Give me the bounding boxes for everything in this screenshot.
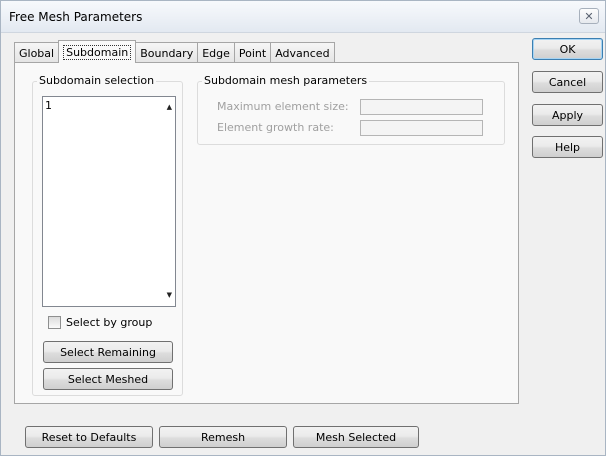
element-growth-rate-label: Element growth rate:: [217, 121, 334, 134]
reset-to-defaults-button[interactable]: Reset to Defaults: [25, 426, 153, 448]
subdomain-selection-title: Subdomain selection: [37, 74, 157, 87]
title-bar: Free Mesh Parameters ✕: [1, 1, 605, 33]
mesh-parameters-title: Subdomain mesh parameters: [202, 74, 370, 87]
ok-button[interactable]: OK: [532, 38, 603, 60]
tab-subdomain[interactable]: Subdomain: [58, 40, 137, 63]
tab-subdomain-label: Subdomain: [63, 44, 132, 60]
max-element-size-field[interactable]: [360, 99, 483, 115]
select-by-group-checkbox[interactable]: [48, 316, 61, 329]
tab-advanced-label: Advanced: [275, 46, 330, 60]
element-growth-rate-field[interactable]: [360, 120, 483, 136]
close-icon: ✕: [584, 9, 594, 23]
select-remaining-button[interactable]: Select Remaining: [43, 341, 173, 363]
close-button[interactable]: ✕: [579, 8, 599, 24]
list-item[interactable]: 1: [45, 99, 52, 112]
select-meshed-button[interactable]: Select Meshed: [43, 368, 173, 390]
tab-point-label: Point: [238, 46, 267, 60]
cancel-button[interactable]: Cancel: [532, 71, 603, 93]
scroll-down-icon[interactable]: ▼: [167, 292, 172, 299]
subdomain-listbox[interactable]: 1 ▲ ▼: [42, 96, 176, 307]
remesh-button[interactable]: Remesh: [159, 426, 287, 448]
tab-global-label: Global: [19, 46, 55, 60]
scroll-up-icon[interactable]: ▲: [167, 104, 172, 111]
tab-advanced[interactable]: Advanced: [270, 42, 335, 63]
max-element-size-label: Maximum element size:: [217, 100, 349, 113]
select-by-group-label[interactable]: Select by group: [66, 316, 152, 329]
help-button[interactable]: Help: [532, 136, 603, 158]
free-mesh-parameters-dialog: Free Mesh Parameters ✕ Global Subdomain …: [0, 0, 606, 456]
tab-edge-label: Edge: [202, 46, 230, 60]
tab-boundary-label: Boundary: [140, 46, 194, 60]
tab-global[interactable]: Global: [14, 42, 60, 63]
tab-edge[interactable]: Edge: [197, 42, 235, 63]
apply-button[interactable]: Apply: [532, 104, 603, 126]
tab-boundary[interactable]: Boundary: [135, 42, 199, 63]
tab-strip: Global Subdomain Boundary Edge Point Adv…: [14, 40, 335, 63]
mesh-selected-button[interactable]: Mesh Selected: [293, 426, 419, 448]
tab-point[interactable]: Point: [233, 42, 272, 63]
window-title: Free Mesh Parameters: [9, 10, 143, 24]
